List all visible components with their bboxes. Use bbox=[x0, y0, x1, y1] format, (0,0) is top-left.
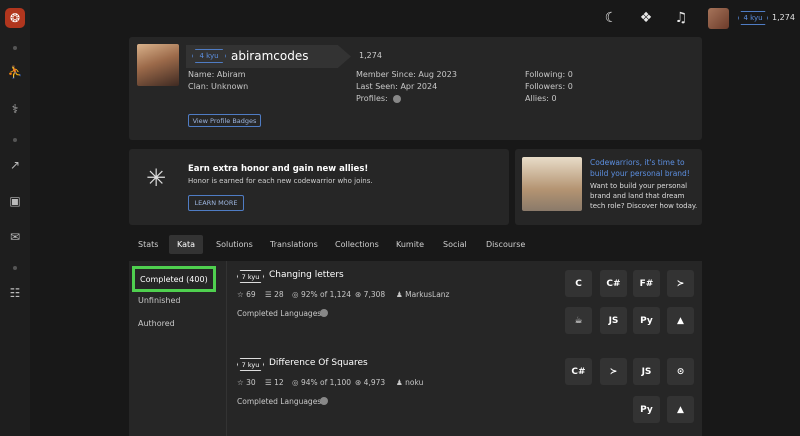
codewars-logo-icon[interactable]: ❂ bbox=[5, 8, 25, 28]
side-navigation: ❂ ⛹ ⚕ ↗ ▣ ✉ ☷ bbox=[0, 0, 30, 436]
completed-languages-label: Completed Languages: bbox=[237, 309, 324, 318]
kata-satisfaction: ◎ 94% of 1,100 bbox=[292, 378, 352, 387]
subnav-unfinished[interactable]: Unfinished bbox=[138, 296, 181, 305]
profile-honor: 1,274 bbox=[359, 51, 382, 60]
lang-nodejs-icon[interactable]: JS bbox=[633, 358, 660, 385]
kata-satisfaction: ◎ 92% of 1,124 bbox=[292, 290, 352, 299]
profile-username: abiramcodes bbox=[231, 49, 309, 63]
profile-card: 4 kyu abiramcodes 1,274 Name: Abiram Cla… bbox=[129, 37, 702, 140]
docs-icon[interactable]: ☷ bbox=[7, 285, 23, 301]
tab-stats[interactable]: Stats bbox=[138, 235, 158, 254]
last-seen: Last Seen: Apr 2024 bbox=[356, 82, 438, 91]
kata-completed: ⊛ 7,308 bbox=[355, 290, 386, 299]
lang-csharp-icon[interactable]: C# bbox=[600, 270, 627, 297]
referral-banner: ✳ Earn extra honor and gain new allies! … bbox=[129, 149, 509, 225]
completed-icon: ⊛ bbox=[355, 378, 364, 387]
tab-kata[interactable]: Kata bbox=[169, 235, 204, 254]
star-icon: ☆ bbox=[237, 290, 247, 299]
kata-collections: ☰ 28 bbox=[265, 290, 284, 299]
profile-avatar bbox=[137, 44, 179, 86]
kata-stars: ☆ 30 bbox=[237, 378, 256, 387]
profiles-label: Profiles: bbox=[356, 94, 388, 103]
kata-author[interactable]: ♟ MarkusLanz bbox=[396, 290, 450, 299]
lang-java-icon[interactable]: ☕ bbox=[565, 307, 592, 334]
learn-more-button[interactable]: LEARN MORE bbox=[188, 195, 244, 211]
view-profile-badges-button[interactable]: View Profile Badges bbox=[188, 114, 261, 127]
subnav-authored[interactable]: Authored bbox=[138, 319, 175, 328]
following-count[interactable]: Following: 0 bbox=[525, 70, 573, 79]
bell-icon[interactable]: ♫ bbox=[673, 10, 689, 26]
discord-icon[interactable]: ▣ bbox=[7, 193, 23, 209]
bookmark-icon[interactable]: ❖ bbox=[638, 10, 654, 26]
tab-social[interactable]: Social bbox=[443, 235, 467, 254]
member-since: Member Since: Aug 2023 bbox=[356, 70, 457, 79]
lang-python-icon[interactable]: Py bbox=[633, 307, 660, 334]
nav-separator bbox=[13, 138, 17, 142]
nav-separator bbox=[13, 46, 17, 50]
dojo-icon[interactable]: ⚕ bbox=[7, 101, 23, 117]
lang-fsharp-icon[interactable]: F# bbox=[633, 270, 660, 297]
star-icon: ☆ bbox=[237, 378, 247, 387]
lang-elixir-icon[interactable]: ≻ bbox=[600, 358, 627, 385]
tab-discourse[interactable]: Discourse bbox=[486, 235, 525, 254]
brand-banner[interactable]: Codewarriors, it's time to build your pe… bbox=[515, 149, 702, 225]
lang-c-icon[interactable]: C bbox=[565, 270, 592, 297]
tab-collections[interactable]: Collections bbox=[335, 235, 379, 254]
eye-icon: ◎ bbox=[292, 378, 301, 387]
kata-collections: ☰ 12 bbox=[265, 378, 284, 387]
referral-title: Earn extra honor and gain new allies! bbox=[188, 164, 369, 174]
followers-count[interactable]: Followers: 0 bbox=[525, 82, 573, 91]
lang-mini-icon bbox=[320, 309, 328, 317]
lang-python-icon[interactable]: Py bbox=[633, 396, 660, 423]
lang-csharp-icon[interactable]: C# bbox=[565, 358, 592, 385]
kata-author[interactable]: ♟ noku bbox=[396, 378, 423, 387]
kyu-badge: 7 kyu bbox=[237, 358, 264, 371]
profile-name: Name: Abiram bbox=[188, 70, 246, 79]
completed-languages-label: Completed Languages: bbox=[237, 397, 324, 406]
lang-typescript-icon[interactable]: ▲ bbox=[667, 307, 694, 334]
profile-clan: Clan: Unknown bbox=[188, 82, 249, 91]
nav-separator bbox=[13, 266, 17, 270]
honor-count: 1,274 bbox=[772, 13, 795, 22]
collection-icon: ☰ bbox=[265, 378, 275, 387]
rank-badge: 4 kyu bbox=[738, 11, 768, 25]
tab-translations[interactable]: Translations bbox=[270, 235, 318, 254]
user-icon: ♟ bbox=[396, 378, 406, 387]
tab-solutions[interactable]: Solutions bbox=[216, 235, 253, 254]
brand-banner-title: Codewarriors, it's time to build your pe… bbox=[590, 158, 690, 178]
kata-subnav: Completed (400) Unfinished Authored bbox=[129, 261, 227, 436]
kata-panel: Completed (400) Unfinished Authored 7 ky… bbox=[129, 261, 702, 436]
referral-text: Honor is earned for each new codewarrior… bbox=[188, 177, 373, 185]
kata-completed: ⊛ 4,973 bbox=[355, 378, 386, 387]
user-avatar[interactable] bbox=[708, 8, 729, 29]
practice-icon[interactable]: ⛹ bbox=[7, 64, 23, 80]
github-icon[interactable] bbox=[393, 95, 401, 103]
completed-icon: ⊛ bbox=[355, 290, 364, 299]
brand-banner-image bbox=[522, 157, 582, 211]
user-icon: ♟ bbox=[396, 290, 406, 299]
kyu-badge: 7 kyu bbox=[237, 270, 264, 283]
lang-typescript-icon[interactable]: ▲ bbox=[667, 396, 694, 423]
subnav-completed[interactable]: Completed (400) bbox=[132, 266, 216, 292]
brand-banner-text: Want to build your personal brand and la… bbox=[590, 182, 698, 210]
moon-icon[interactable]: ☾ bbox=[603, 10, 619, 26]
forum-icon[interactable]: ✉ bbox=[7, 229, 23, 245]
kata-title[interactable]: Changing letters bbox=[269, 270, 344, 280]
profile-rank-badge: 4 kyu bbox=[192, 49, 226, 63]
lang-ocaml-icon[interactable]: ⊙ bbox=[667, 358, 694, 385]
leaderboard-icon[interactable]: ↗ bbox=[7, 157, 23, 173]
allies-count[interactable]: Allies: 0 bbox=[525, 94, 557, 103]
collection-icon: ☰ bbox=[265, 290, 275, 299]
eye-icon: ◎ bbox=[292, 290, 301, 299]
lang-elixir-icon[interactable]: ≻ bbox=[667, 270, 694, 297]
kata-title[interactable]: Difference Of Squares bbox=[269, 358, 368, 368]
lang-mini-icon bbox=[320, 397, 328, 405]
sparkle-icon: ✳ bbox=[145, 164, 167, 192]
tab-kumite[interactable]: Kumite bbox=[396, 235, 424, 254]
lang-nodejs-icon[interactable]: JS bbox=[600, 307, 627, 334]
kata-stars: ☆ 69 bbox=[237, 290, 256, 299]
